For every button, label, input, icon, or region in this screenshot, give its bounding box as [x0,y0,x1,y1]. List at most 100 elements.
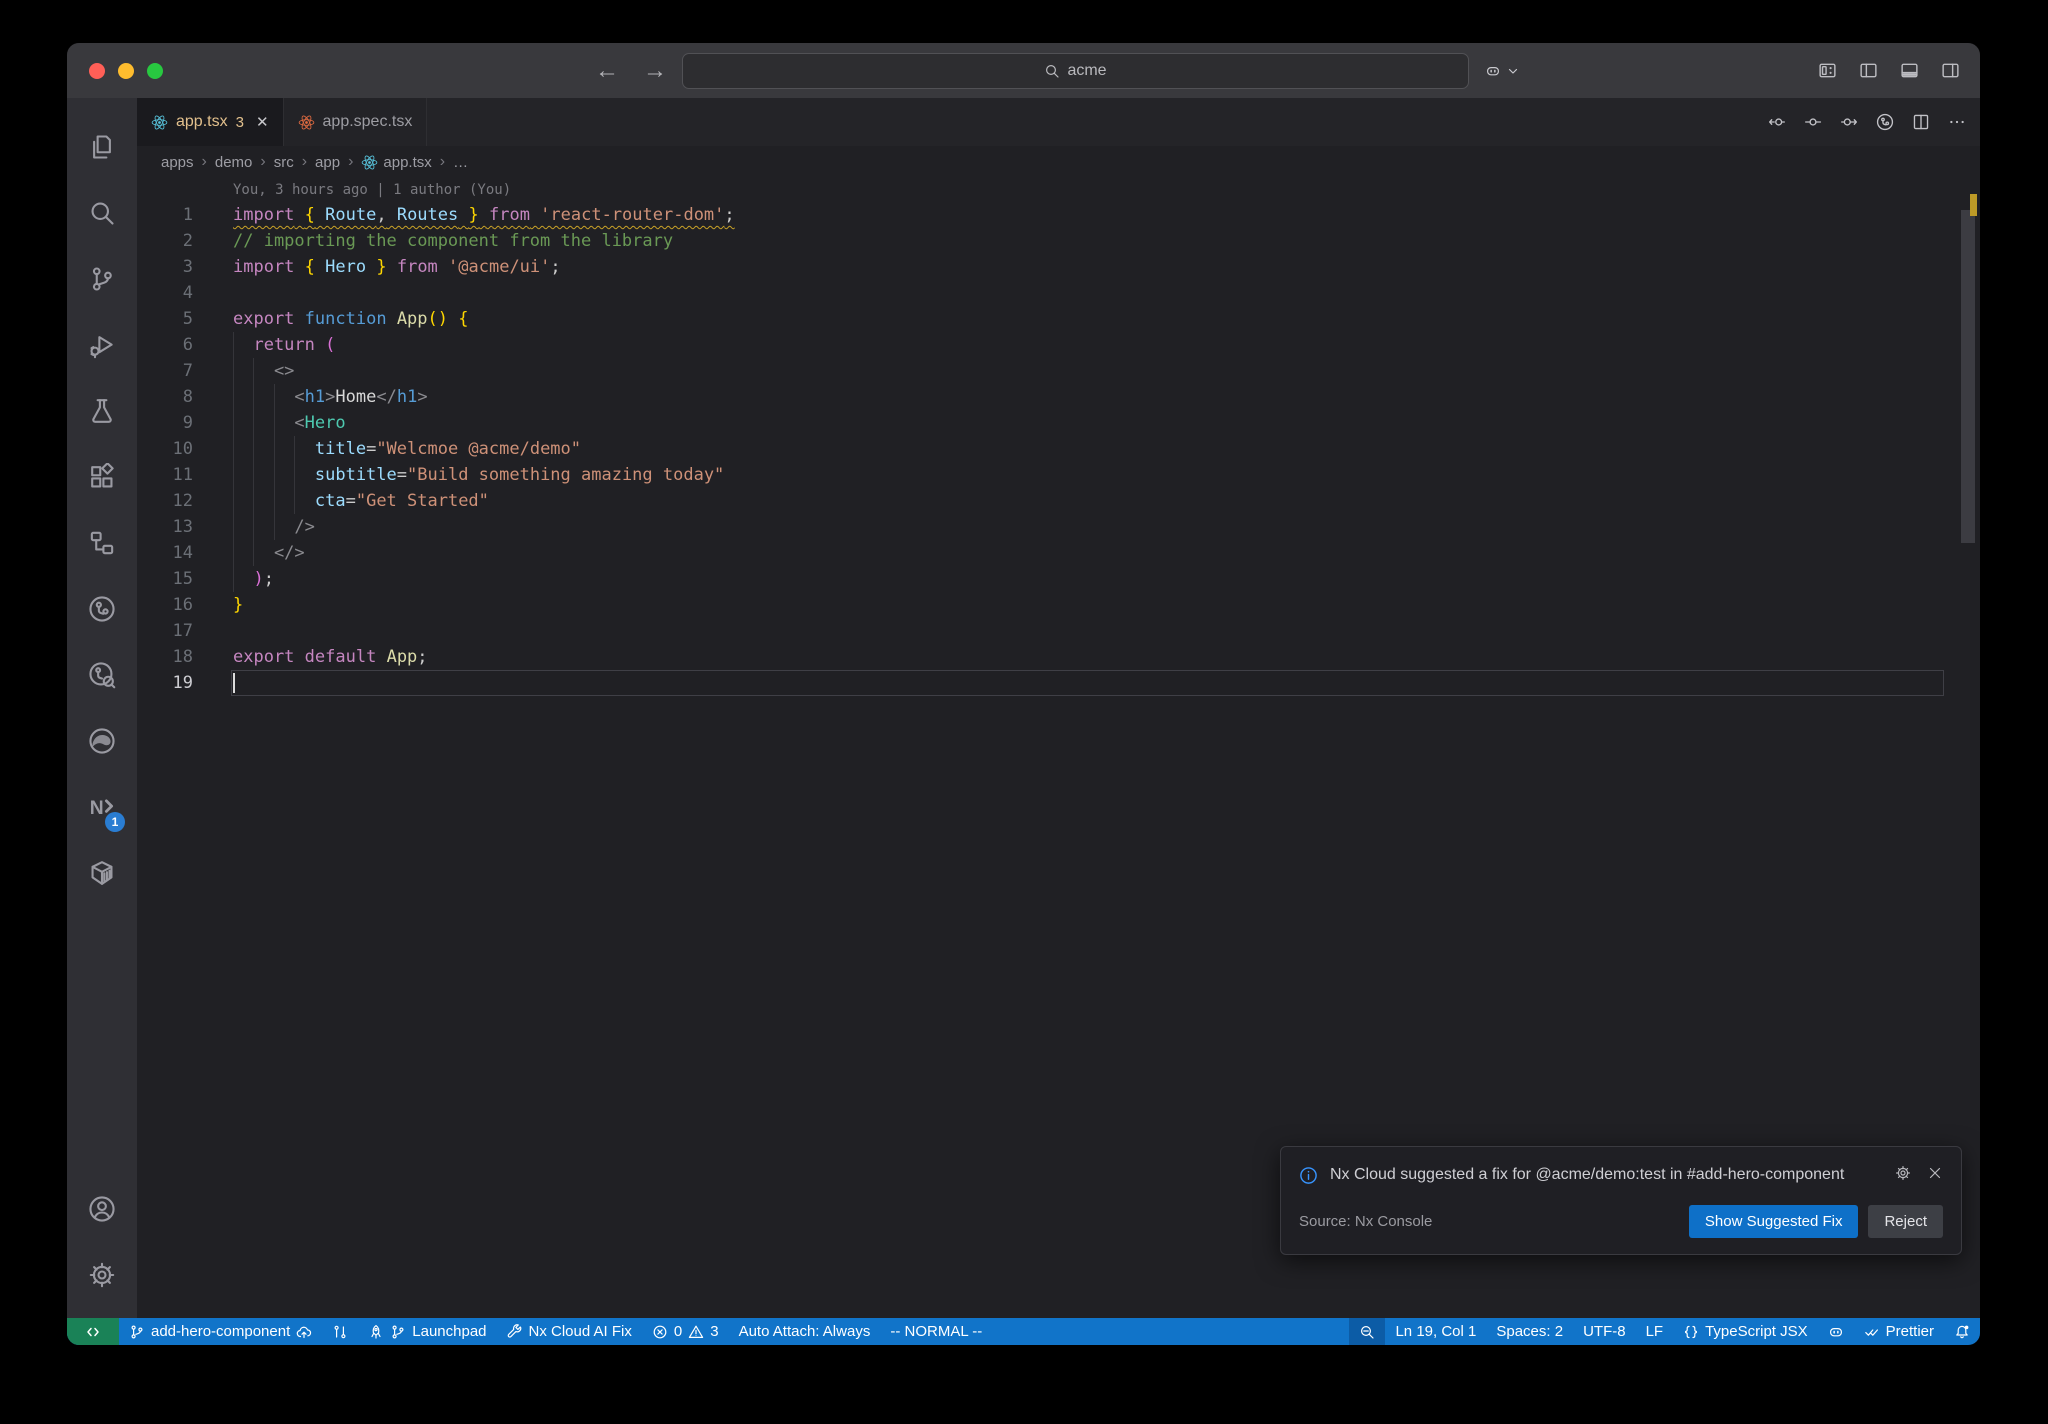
source-control-icon [88,265,116,293]
minimize-window-button[interactable] [118,62,134,79]
code-line-5[interactable]: 5 export function App() { [137,306,1980,332]
status-text: Ln 19, Col 1 [1395,1323,1477,1340]
status-notifications[interactable] [1944,1318,1980,1345]
line-number: 2 [182,231,193,251]
activity-gitlens-inspect-icon[interactable] [67,642,137,708]
gitlens-next-change-icon[interactable] [1840,113,1858,131]
status-git-branch[interactable]: add-hero-component [119,1318,322,1345]
breadcrumb-separator: › [301,153,308,170]
status-remote-indicator[interactable] [67,1318,119,1345]
status-encoding[interactable]: UTF-8 [1573,1318,1636,1345]
activity-source-control-icon[interactable] [67,246,137,312]
gitlens-annotate-icon[interactable] [1804,113,1822,131]
breadcrumb-item-app[interactable]: app [315,154,340,171]
line-content: <h1>Home</h1> [233,384,1980,410]
customize-layout-icon[interactable] [1818,61,1837,80]
code-line-19[interactable]: 19 [137,670,1980,696]
code-line-17[interactable]: 17 [137,618,1980,644]
breadcrumb-item-[interactable]: … [453,154,468,171]
split-editor-icon[interactable] [1912,113,1930,131]
code-line-10[interactable]: 10 title="Welcmoe @acme/demo" [137,436,1980,462]
activity-hierarchy-icon[interactable] [67,510,137,576]
code-line-4[interactable]: 4 [137,280,1980,306]
activity-testing-icon[interactable] [67,378,137,444]
activity-container-tools-icon[interactable] [67,840,137,906]
status-launchpad[interactable]: Launchpad [358,1318,496,1345]
maximize-window-button[interactable] [147,62,163,79]
code-line-15[interactable]: 15 ); [137,566,1980,592]
copilot-menu[interactable] [1485,63,1521,79]
tab-app-tsx[interactable]: app.tsx 3 ✕ [137,98,284,146]
line-content [233,618,1980,644]
activity-settings-gear-icon[interactable] [67,1242,137,1308]
remote-icon [85,1324,101,1340]
status-vim-mode[interactable]: -- NORMAL -- [880,1318,992,1345]
breadcrumb-item-apptsx[interactable]: app.tsx [361,154,432,171]
code-line-14[interactable]: 14 </> [137,540,1980,566]
code-line-3[interactable]: 3 import { Hero } from '@acme/ui'; [137,254,1980,280]
activity-search-icon[interactable] [67,180,137,246]
line-number: 12 [172,491,193,511]
code-line-13[interactable]: 13 /> [137,514,1980,540]
line-number: 13 [172,517,193,537]
status-language-mode[interactable]: TypeScript JSX [1673,1318,1818,1345]
status-copilot-status[interactable] [1818,1318,1854,1345]
activity-account-icon[interactable] [67,1176,137,1242]
close-window-button[interactable] [89,62,105,79]
breadcrumb-item-apps[interactable]: apps [161,154,194,171]
status-auto-attach[interactable]: Auto Attach: Always [729,1318,881,1345]
code-line-6[interactable]: 6 return ( [137,332,1980,358]
nav-back-button[interactable]: ← [595,58,619,83]
code-line-16[interactable]: 16} [137,592,1980,618]
reject-button[interactable]: Reject [1868,1205,1943,1238]
scrollbar-thumb[interactable] [1961,210,1975,543]
activity-extensions-icon[interactable] [67,444,137,510]
vertical-scrollbar[interactable] [1958,178,1978,1318]
code-line-18[interactable]: 18 export default App; [137,644,1980,670]
status-indentation[interactable]: Spaces: 2 [1486,1318,1573,1345]
breadcrumb-item-demo[interactable]: demo [215,154,253,171]
status-cursor-position[interactable]: Ln 19, Col 1 [1385,1318,1486,1345]
toggle-secondary-sidebar-icon[interactable] [1941,61,1960,80]
line-content: subtitle="Build something amazing today" [233,462,1980,488]
breadcrumb-item-src[interactable]: src [274,154,294,171]
activity-edge-tools-icon[interactable] [67,708,137,774]
show-suggested-fix-button[interactable]: Show Suggested Fix [1688,1205,1859,1238]
status-nx-cloud-ai-fix[interactable]: Nx Cloud AI Fix [497,1318,642,1345]
code-line-1[interactable]: 1 import { Route, Routes } from 'react-ro… [137,202,1980,228]
status-text: UTF-8 [1583,1323,1626,1340]
status-formatter[interactable]: Prettier [1854,1318,1944,1345]
activity-gitlens-icon[interactable] [67,576,137,642]
code-line-8[interactable]: 8 <h1>Home</h1> [137,384,1980,410]
activity-nx-console-icon[interactable]: N1 [67,774,137,840]
toggle-sidebar-icon[interactable] [1859,61,1878,80]
command-center-search[interactable]: acme [682,53,1469,89]
code-line-2[interactable]: 2 // importing the component from the lib… [137,228,1980,254]
nav-forward-button[interactable]: → [643,58,667,83]
activity-explorer-icon[interactable] [67,114,137,180]
code-line-7[interactable]: 7 <> [137,358,1980,384]
close-tab-icon[interactable]: ✕ [256,113,269,131]
code-line-11[interactable]: 11 subtitle="Build something amazing tod… [137,462,1980,488]
tab-app-spec-tsx[interactable]: app.spec.tsx [283,98,428,146]
toggle-panel-icon[interactable] [1900,61,1919,80]
window-controls [89,62,163,79]
account-icon [88,1195,116,1223]
breadcrumb: apps › demo › src › app › app.tsx ›… [137,146,1980,178]
more-actions-icon[interactable] [1948,113,1966,131]
toast-settings-gear-icon[interactable] [1895,1165,1911,1181]
status-text: Spaces: 2 [1496,1323,1564,1340]
status-eol[interactable]: LF [1636,1318,1674,1345]
activity-run-debug-icon[interactable] [67,312,137,378]
toast-close-icon[interactable] [1927,1165,1943,1181]
status-problems[interactable]: 03 [642,1318,729,1345]
status-git-graph[interactable] [322,1318,358,1345]
breadcrumb-separator: › [260,153,266,170]
code-line-9[interactable]: 9 <Hero [137,410,1980,436]
gitlens-graph-icon[interactable] [1876,113,1894,131]
line-number: 1 [182,205,193,225]
status-text: 3 [710,1323,719,1340]
status-zoom-indicator[interactable] [1349,1318,1386,1345]
gitlens-prev-change-icon[interactable] [1768,113,1786,131]
code-line-12[interactable]: 12 cta="Get Started" [137,488,1980,514]
